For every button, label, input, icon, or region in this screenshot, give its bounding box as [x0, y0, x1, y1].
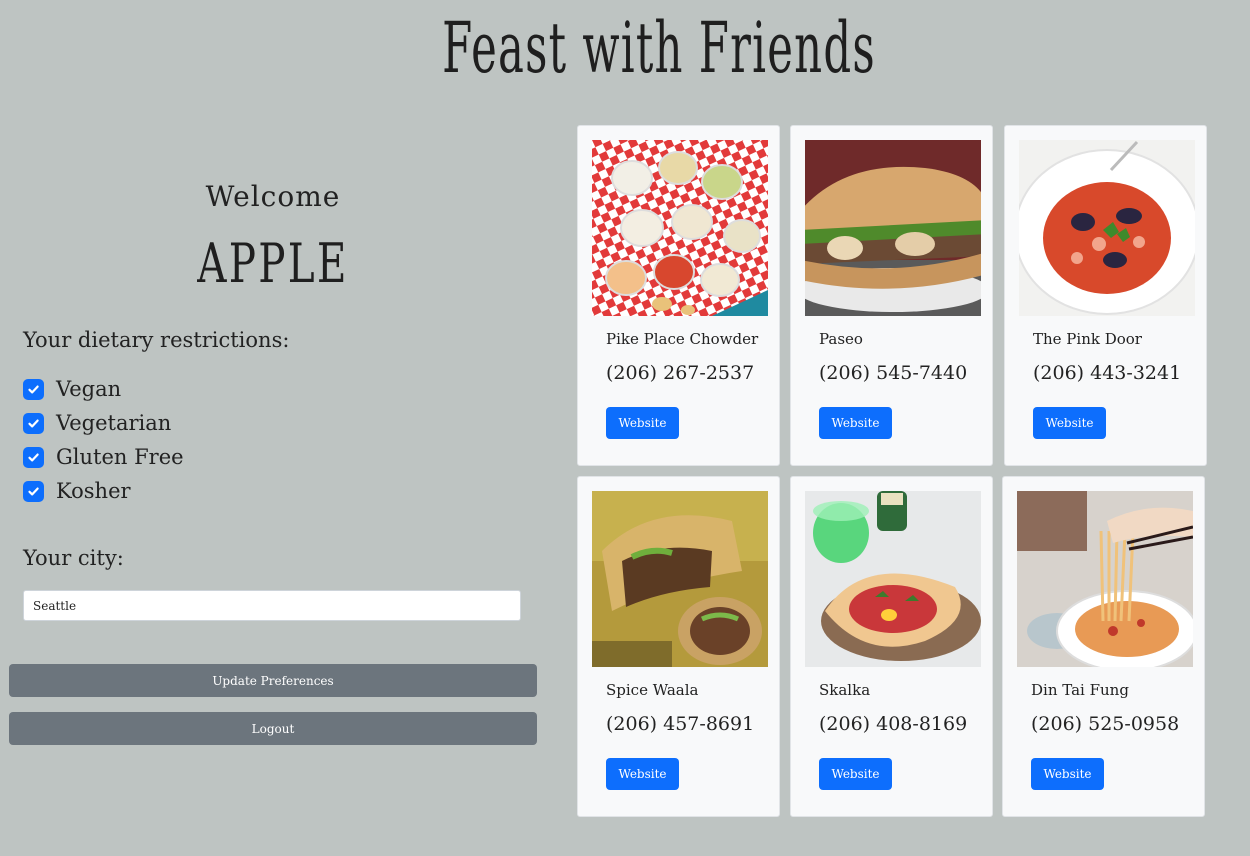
restaurant-phone: (206) 408-8169: [819, 713, 968, 735]
restaurant-name: Din Tai Fung: [1031, 681, 1129, 699]
restriction-label: Vegetarian: [56, 411, 172, 435]
checkmark-icon: [28, 419, 39, 427]
welcome-heading: Welcome: [205, 180, 341, 213]
website-button[interactable]: Website: [606, 407, 679, 439]
logout-button[interactable]: Logout: [9, 712, 537, 745]
restaurant-name: Pike Place Chowder: [606, 330, 759, 348]
vegetarian-checkbox[interactable]: [23, 412, 44, 434]
restaurant-card: Skalka (206) 408-8169 Website: [790, 476, 993, 817]
restaurant-card: The Pink Door (206) 443-3241 Website: [1004, 125, 1207, 466]
city-input[interactable]: [23, 590, 521, 621]
dietary-restrictions-heading: Your dietary restrictions:: [23, 328, 290, 352]
restaurant-card: Pike Place Chowder (206) 267-2537 Websit…: [577, 125, 780, 466]
restaurant-photo: [805, 491, 981, 667]
restaurant-phone: (206) 267-2537: [606, 362, 755, 384]
website-button[interactable]: Website: [819, 758, 892, 790]
website-button[interactable]: Website: [1033, 407, 1106, 439]
restriction-label: Kosher: [56, 479, 131, 503]
restaurant-name: The Pink Door: [1033, 330, 1142, 348]
restaurant-name: Skalka: [819, 681, 871, 699]
restaurant-card: Paseo (206) 545-7440 Website: [790, 125, 993, 466]
restriction-label: Vegan: [56, 377, 122, 401]
username-heading: APPLE: [197, 232, 349, 295]
kosher-checkbox[interactable]: [23, 480, 44, 502]
restaurant-phone: (206) 443-3241: [1033, 362, 1182, 384]
restaurant-photo: [592, 491, 768, 667]
checkmark-icon: [28, 453, 39, 461]
restriction-vegan[interactable]: Vegan: [23, 372, 184, 406]
checkmark-icon: [28, 487, 39, 495]
restaurant-card: Din Tai Fung (206) 525-0958 Website: [1002, 476, 1205, 817]
restaurant-photo: [805, 140, 981, 316]
restaurant-phone: (206) 525-0958: [1031, 713, 1180, 735]
gluten-free-checkbox[interactable]: [23, 446, 44, 468]
restaurant-name: Paseo: [819, 330, 863, 348]
restriction-label: Gluten Free: [56, 445, 184, 469]
website-button[interactable]: Website: [819, 407, 892, 439]
update-preferences-button[interactable]: Update Preferences: [9, 664, 537, 697]
vegan-checkbox[interactable]: [23, 378, 44, 400]
restriction-kosher[interactable]: Kosher: [23, 474, 184, 508]
restriction-vegetarian[interactable]: Vegetarian: [23, 406, 184, 440]
preferences-panel: Welcome APPLE Your dietary restrictions:…: [0, 120, 546, 820]
city-heading: Your city:: [23, 546, 124, 570]
restriction-gluten-free[interactable]: Gluten Free: [23, 440, 184, 474]
restaurant-photo: [1019, 140, 1195, 316]
site-title: Feast with Friends: [442, 7, 876, 89]
website-button[interactable]: Website: [1031, 758, 1104, 790]
website-button[interactable]: Website: [606, 758, 679, 790]
restaurant-name: Spice Waala: [606, 681, 699, 699]
dietary-restrictions-list: Vegan Vegetarian Gluten Free Kosher: [23, 372, 184, 508]
checkmark-icon: [28, 385, 39, 393]
restaurant-photo: [592, 140, 768, 316]
restaurant-photo: [1017, 491, 1193, 667]
restaurant-phone: (206) 457-8691: [606, 713, 755, 735]
restaurant-phone: (206) 545-7440: [819, 362, 968, 384]
restaurant-card: Spice Waala (206) 457-8691 Website: [577, 476, 780, 817]
